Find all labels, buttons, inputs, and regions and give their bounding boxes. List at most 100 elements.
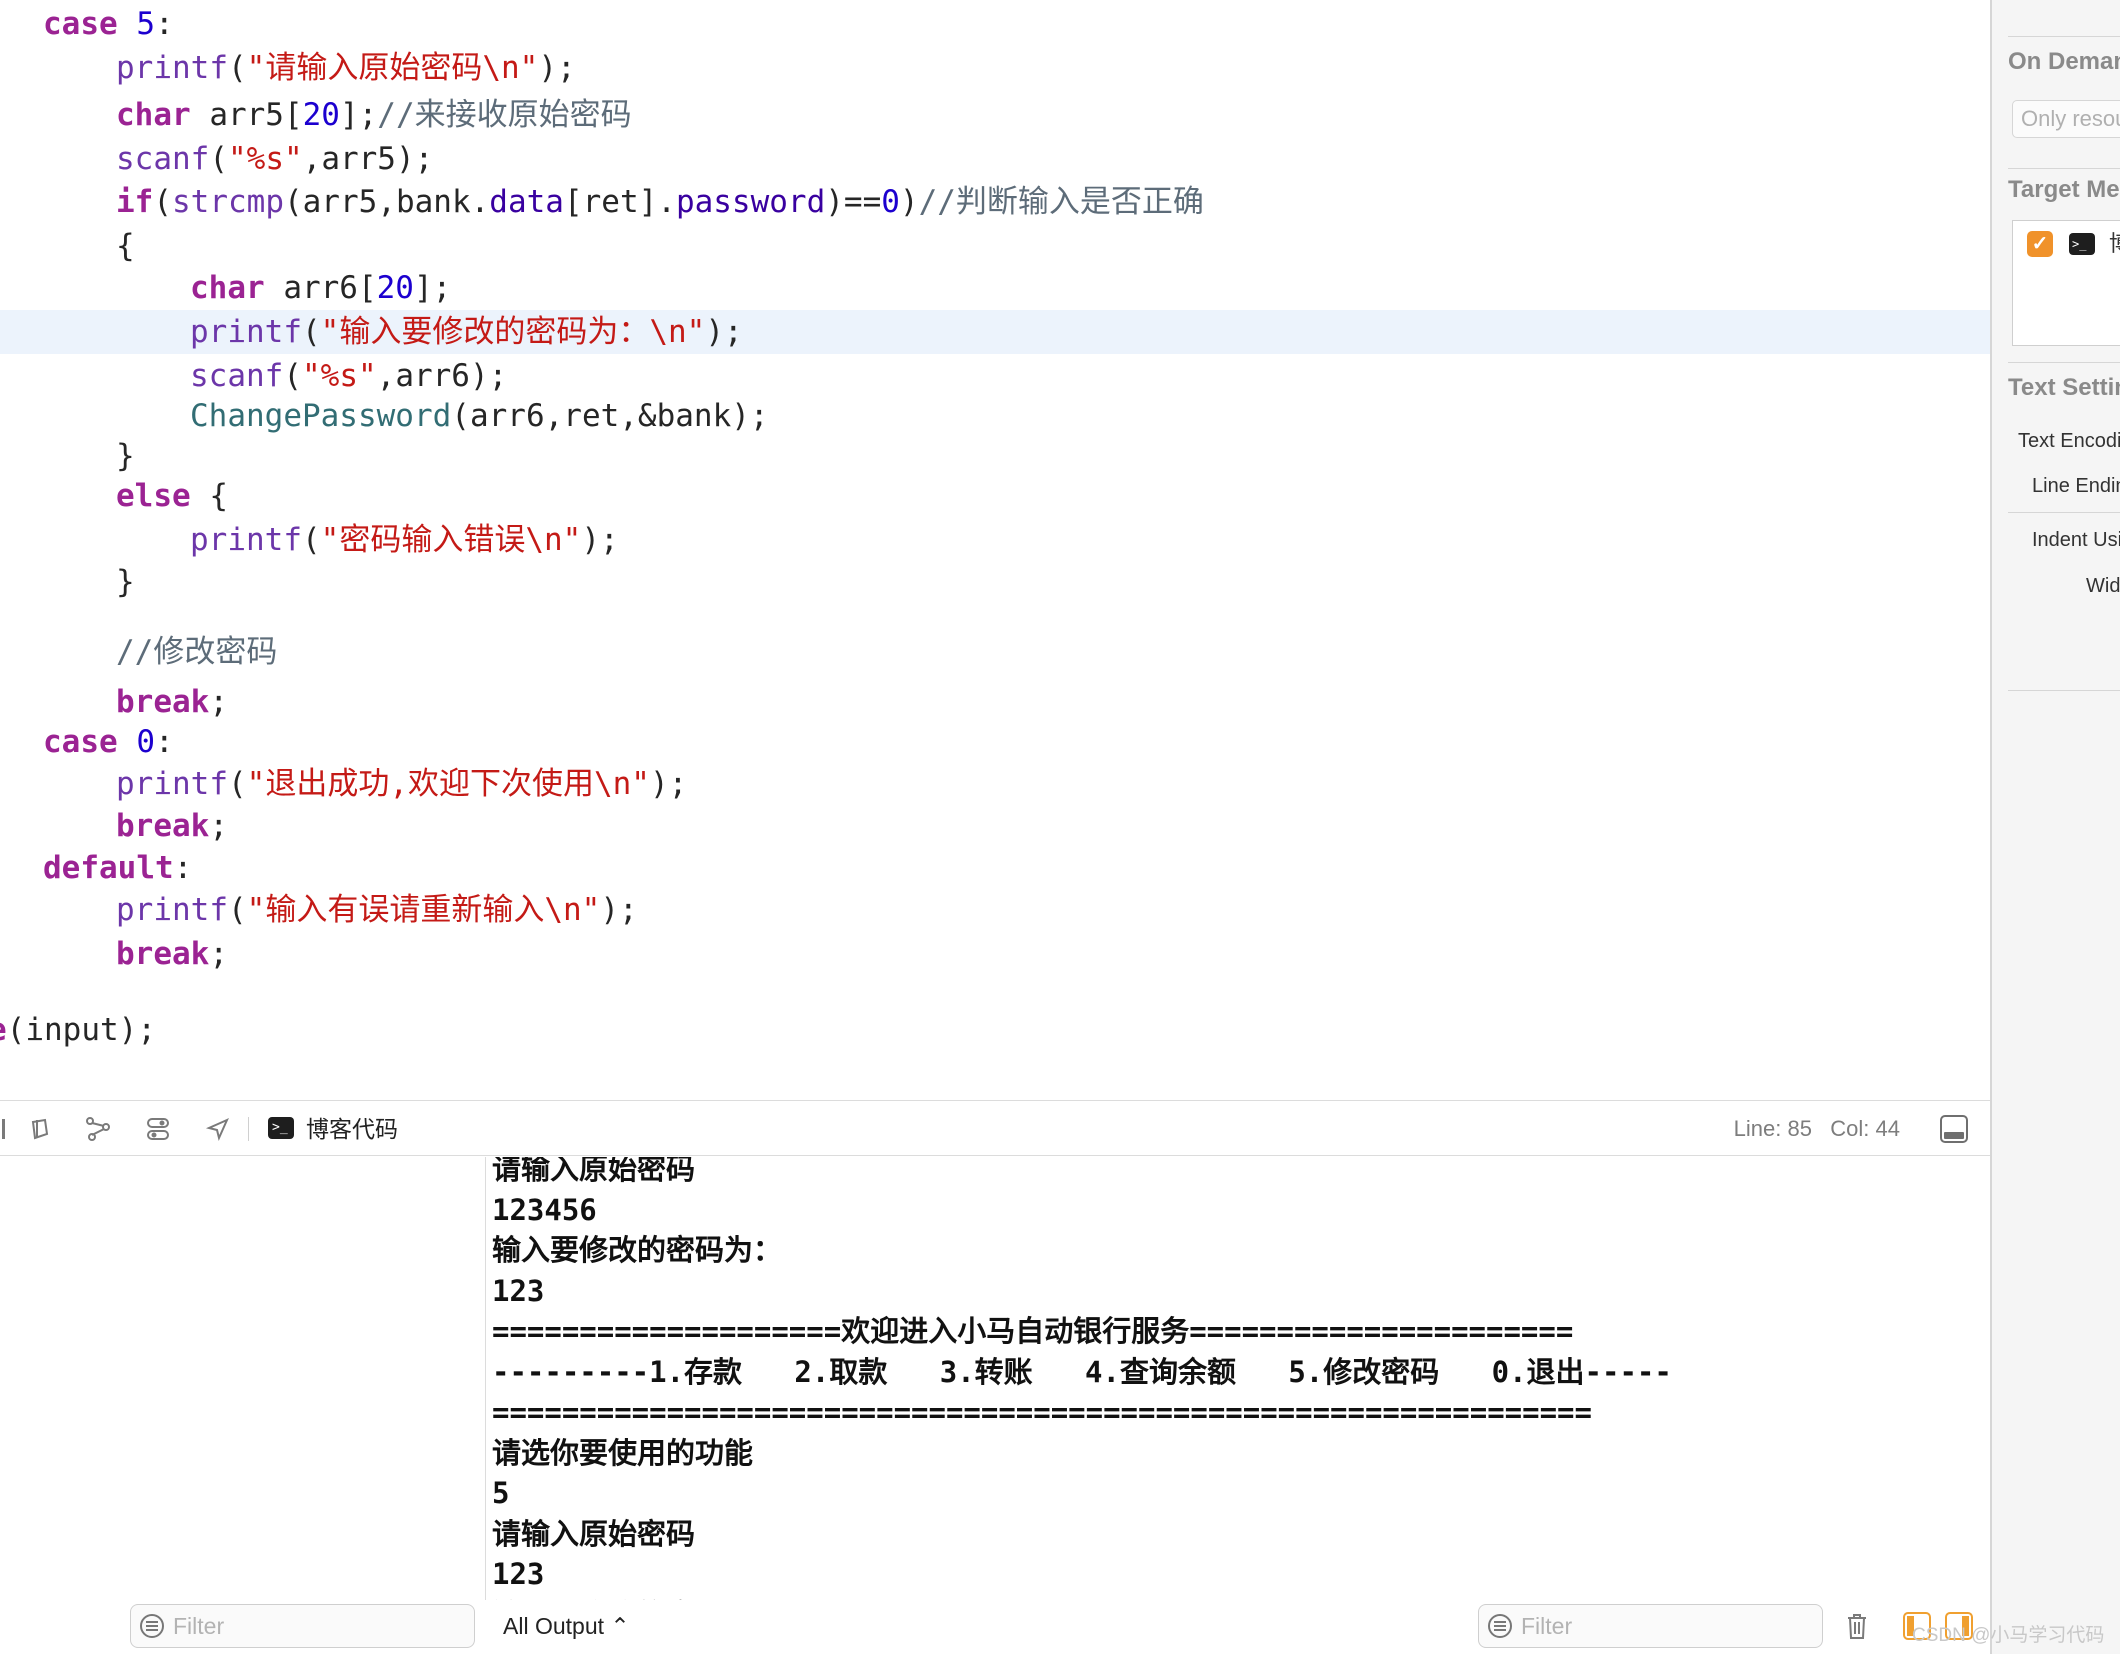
inspector-panel: On Demand Resource Tags Only resources w… [1990, 0, 2120, 1654]
variables-filter-field[interactable]: Filter [130, 1604, 475, 1648]
code-token: else [116, 478, 191, 514]
code-token: : [173, 850, 193, 886]
console-line: 请输入原始密码 [492, 1516, 696, 1551]
debug-view-hierarchy-icon[interactable] [84, 1115, 112, 1143]
terminal-icon: >_ [2069, 233, 2095, 255]
terminal-icon: >_ [268, 1117, 294, 1139]
trash-icon[interactable] [1845, 1612, 1869, 1640]
code-line: printf("请输入原始密码\n"); [116, 46, 576, 90]
variables-filter-placeholder: Filter [173, 1613, 225, 1639]
console-line: 123 [492, 1273, 545, 1308]
code-token: (arr5,bank. [283, 184, 490, 220]
code-token: ); [600, 892, 638, 928]
code-token: : [155, 724, 174, 760]
line-endings-label: Line Endings [2032, 475, 2120, 497]
code-line: printf("输入有误请重新输入\n"); [116, 888, 638, 932]
code-token: printf [116, 892, 228, 928]
inspector-separator [2008, 362, 2120, 363]
code-token: password [675, 184, 826, 220]
text-encoding-label: Text Encoding [2018, 430, 2120, 452]
code-token: case [43, 6, 118, 42]
code-token: (input); [6, 1012, 156, 1048]
hide-debug-area-icon[interactable] [0, 1115, 14, 1143]
breakpoints-toggle-icon[interactable] [26, 1115, 54, 1143]
code-token: scanf [116, 141, 210, 177]
code-token: ; [209, 936, 228, 972]
inspector-separator [2008, 168, 2120, 169]
code-token: ( [227, 892, 247, 928]
code-token: //修改密码 [116, 634, 278, 670]
variables-view[interactable] [0, 1157, 486, 1654]
code-token: break [116, 808, 210, 844]
console-line: ========================================… [492, 1395, 1592, 1429]
code-line: case 5: [43, 2, 174, 46]
code-line: } [116, 434, 135, 478]
code-line: printf("输入要修改的密码为：\n"); [190, 310, 743, 354]
code-token: ( [301, 314, 321, 350]
filter-icon [140, 1614, 164, 1638]
code-token: default [43, 850, 174, 886]
code-line: default: [43, 846, 192, 890]
code-token: //判断输入是否正确 [918, 184, 1204, 220]
code-token: "请输入原始密码\n" [246, 50, 539, 86]
code-token: ; [209, 684, 228, 720]
code-token: ) [899, 184, 919, 220]
console-line: 输入要修改的密码为： [492, 1233, 783, 1267]
code-token: "%s" [302, 358, 377, 394]
console-line: 请输入原始密码 [492, 1157, 696, 1186]
code-token: ( [209, 141, 228, 177]
code-token: "输入有误请重新输入\n" [246, 892, 601, 928]
target-membership-heading: Target Membership [2008, 176, 2120, 203]
code-token: ( [153, 184, 172, 220]
code-token: 20 [376, 270, 414, 306]
code-editor[interactable]: case 5: printf("请输入原始密码\n"); char arr5[20]… [0, 0, 1990, 1100]
console-filter-field[interactable]: Filter [1478, 1604, 1823, 1648]
code-token: "%s" [228, 141, 303, 177]
toggle-bottom-panel-icon[interactable] [1940, 1115, 1968, 1143]
indent-using-label: Indent Using [2032, 529, 2120, 551]
debug-bar-separator [248, 1117, 249, 1141]
code-token: } [116, 564, 135, 600]
simulate-location-icon[interactable] [204, 1115, 232, 1143]
inspector-separator [2008, 512, 2120, 513]
code-token: break [116, 936, 210, 972]
target-checkbox[interactable]: ✓ [2027, 231, 2053, 257]
console-line: 123456 [492, 1192, 597, 1227]
target-membership-list: ✓ >_ 博客代码 [2012, 220, 2120, 346]
code-token: 5 [136, 6, 155, 42]
console-line: 请选你要使用的功能 [492, 1435, 754, 1470]
code-line: } [116, 560, 135, 604]
code-token: ( [227, 50, 247, 86]
output-select[interactable]: All Output ⌃ [503, 1604, 630, 1648]
code-token: 0 [881, 184, 900, 220]
console-output[interactable]: 请输入原始密码 123456 输入要修改的密码为： 123 ==============… [487, 1157, 1990, 1600]
on-demand-heading: On Demand Resource Tags [2008, 48, 2120, 75]
code-token: { [190, 478, 228, 514]
code-line: scanf("%s",arr6); [190, 354, 507, 398]
line-number: Line: 85 [1733, 1116, 1812, 1141]
code-token: ( [283, 358, 302, 394]
console-line: ====================欢迎进入小马自动银行服务========… [492, 1314, 1574, 1348]
console-filter-placeholder: Filter [1521, 1613, 1573, 1639]
code-token: "密码输入错误\n" [320, 522, 582, 558]
memory-graph-icon[interactable] [144, 1115, 172, 1143]
widths-label: Widths [2086, 575, 2120, 597]
on-demand-tags-field[interactable]: Only resources with these tags [2012, 100, 2120, 138]
code-token: : [155, 6, 174, 42]
code-token: [ret]. [563, 184, 676, 220]
code-token: case [43, 724, 118, 760]
scheme-name[interactable]: 博客代码 [306, 1101, 398, 1157]
column-number: Col: 44 [1830, 1116, 1900, 1141]
code-token: "输入要修改的密码为：\n" [320, 314, 706, 350]
code-token: ); [649, 766, 688, 802]
watermark: CSDN @小马学习代码 [1912, 1625, 2105, 1646]
code-line: { [116, 224, 135, 268]
code-token: //来接收原始密码 [377, 97, 632, 133]
console-line: 5 [492, 1476, 510, 1510]
code-token: ; [209, 808, 228, 844]
code-token: ]; [339, 97, 378, 133]
inspector-separator [2008, 36, 2120, 37]
target-name: 博客代码 [2109, 225, 2120, 263]
